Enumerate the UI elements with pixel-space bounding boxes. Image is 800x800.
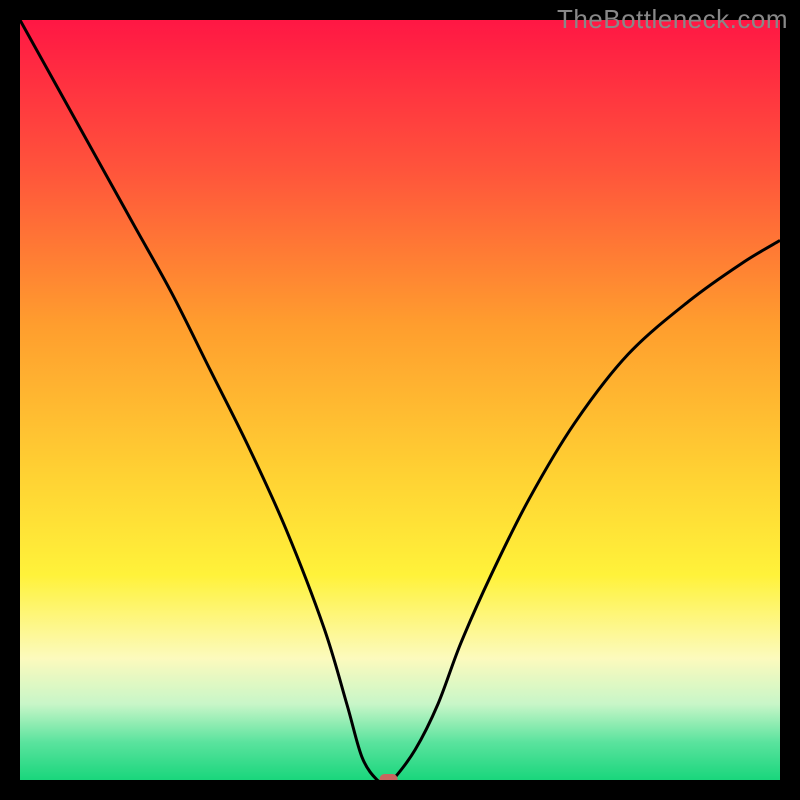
bottleneck-chart <box>20 20 780 780</box>
optimal-point-marker <box>380 774 398 780</box>
watermark-text: TheBottleneck.com <box>557 4 788 35</box>
chart-background <box>20 20 780 780</box>
chart-svg <box>20 20 780 780</box>
